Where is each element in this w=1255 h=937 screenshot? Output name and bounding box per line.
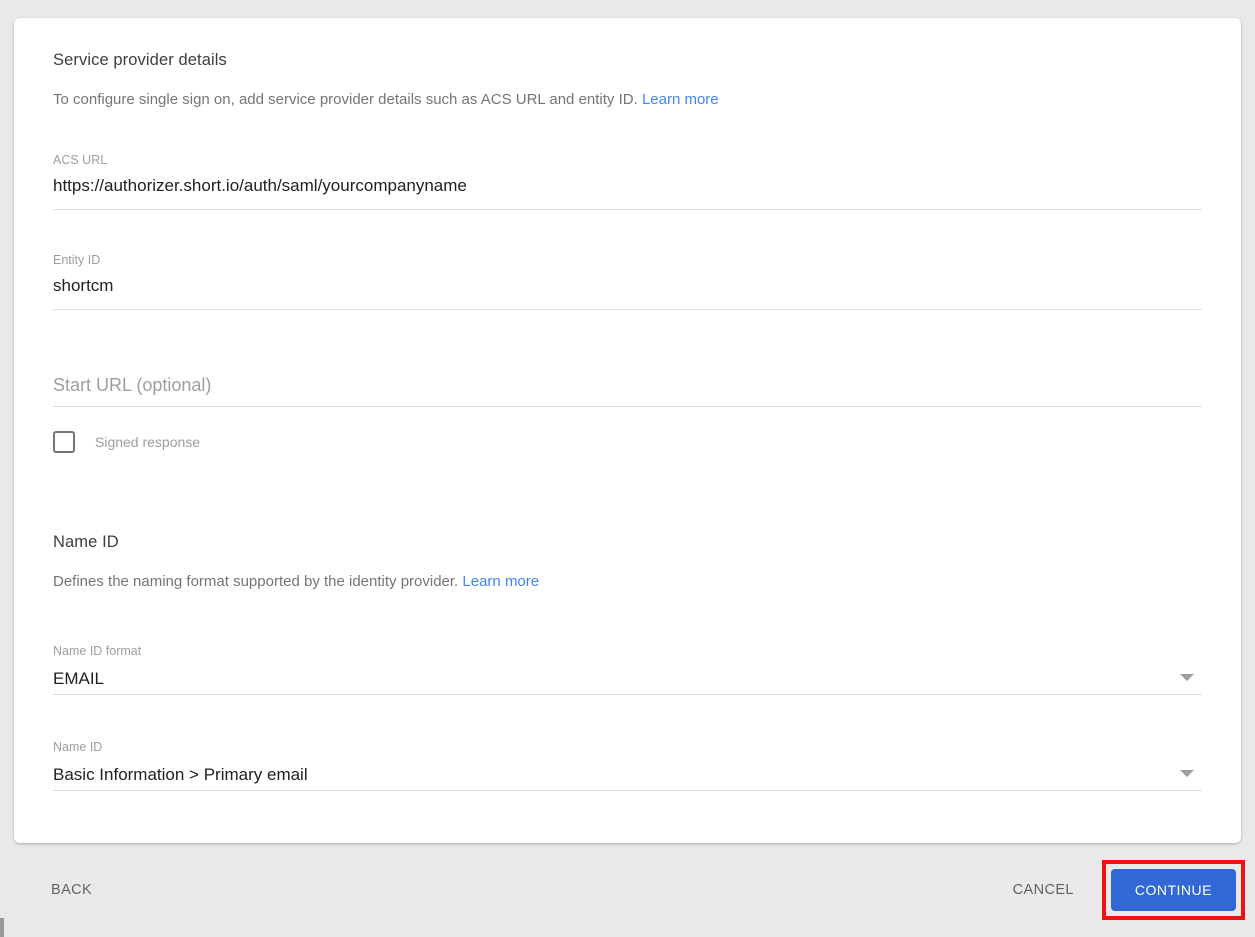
acs-url-field: ACS URL [53,153,1202,210]
service-provider-section-title: Service provider details [53,51,227,69]
name-id-section-title: Name ID [53,533,119,551]
entity-id-label: Entity ID [53,253,101,267]
signed-response-row: Signed response [53,431,1202,453]
chevron-down-icon[interactable] [1180,769,1194,777]
name-id-learn-more-link[interactable]: Learn more [462,573,539,590]
name-id-description-text: Defines the naming format supported by t… [53,573,459,590]
acs-url-label: ACS URL [53,153,108,167]
signed-response-label: Signed response [95,434,201,450]
red-highlight-annotation: CONTINUE [1101,860,1245,920]
name-id-field: Name ID Basic Information > Primary emai… [53,740,1202,791]
name-id-format-dropdown[interactable]: EMAIL [53,667,1202,695]
name-id-label: Name ID [53,740,103,754]
chevron-down-icon[interactable] [1180,673,1194,681]
start-url-input[interactable] [53,369,1202,407]
name-id-dropdown[interactable]: Basic Information > Primary email [53,763,1202,791]
entity-id-input[interactable] [53,274,1202,310]
cancel-button[interactable]: CANCEL [1007,872,1080,908]
back-button[interactable]: BACK [45,872,98,908]
name-id-section-description: Defines the naming format supported by t… [53,573,1202,591]
service-provider-details-card: Service provider details To configure si… [14,18,1241,843]
name-id-format-label: Name ID format [53,644,142,658]
service-provider-description-text: To configure single sign on, add service… [53,91,638,108]
acs-url-input[interactable] [53,174,1202,210]
saml-config-screen: Service provider details To configure si… [0,0,1255,937]
name-id-selected-value: Basic Information > Primary email [53,765,308,784]
bottom-left-scrollbar-fragment [0,918,4,937]
name-id-format-field: Name ID format EMAIL [53,644,1202,695]
service-provider-section-description: To configure single sign on, add service… [53,91,1202,109]
continue-button[interactable]: CONTINUE [1110,869,1236,911]
service-provider-learn-more-link[interactable]: Learn more [642,91,719,108]
name-id-format-selected-value: EMAIL [53,669,105,688]
footer-action-bar: BACK CANCEL CONTINUE [0,843,1255,937]
footer-right-actions: CANCEL CONTINUE [1007,860,1245,920]
entity-id-field: Entity ID [53,253,1202,310]
signed-response-checkbox[interactable] [53,431,75,453]
